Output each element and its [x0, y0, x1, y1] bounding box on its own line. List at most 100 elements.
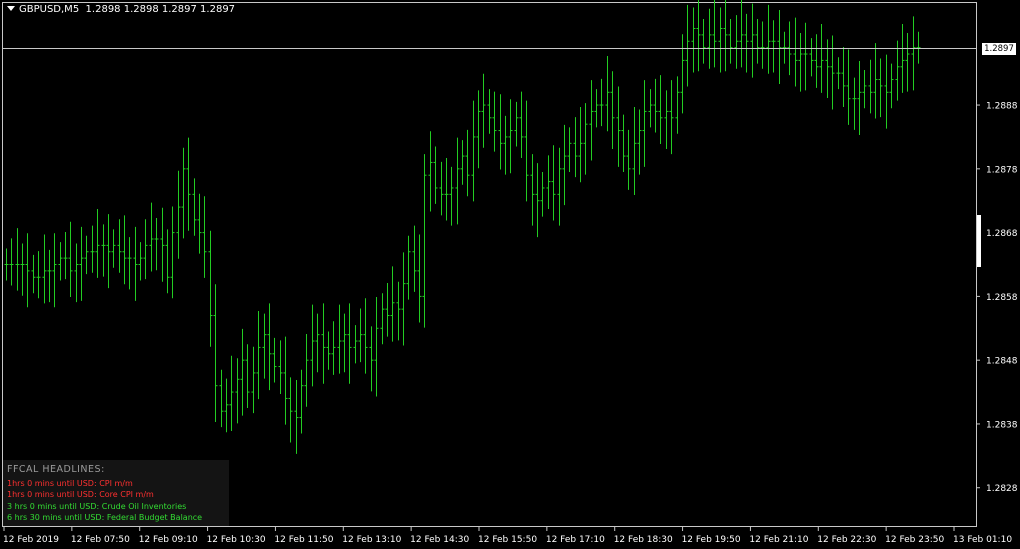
- news-panel-title: FFCAL HEADLINES:: [7, 464, 105, 475]
- ohlc-bar: [900, 24, 905, 93]
- ohlc-bar: [385, 282, 390, 337]
- ohlc-bar: [911, 16, 916, 91]
- ohlc-bar: [331, 321, 336, 375]
- ohlc-bar: [154, 217, 159, 271]
- time-tick-label: 12 Feb 23:50: [885, 535, 944, 545]
- ohlc-bar: [540, 172, 545, 217]
- ohlc-bar: [669, 80, 674, 155]
- ohlc-bar: [460, 140, 465, 185]
- time-tick-label: 12 Feb 2019: [3, 535, 59, 545]
- ohlc-bar: [197, 193, 202, 254]
- chart-header: GBPUSD,M5 1.2898 1.2898 1.2897 1.2897: [7, 4, 235, 15]
- ohlc-bar: [664, 90, 669, 150]
- ohlc-bar: [626, 129, 631, 190]
- ohlc-bar: [42, 234, 47, 304]
- ohlc-bar: [594, 89, 599, 128]
- ohlc-bar: [616, 86, 621, 167]
- ohlc-bar: [444, 157, 449, 221]
- ohlc-bar: [819, 24, 824, 93]
- price-tick-label: 1.2868: [986, 229, 1018, 239]
- ohlc-bar: [240, 328, 245, 416]
- ohlc-bar: [310, 304, 315, 387]
- ohlc-bar: [760, 21, 765, 69]
- scroll-marker[interactable]: [977, 215, 981, 267]
- time-tick-label: 12 Feb 21:10: [749, 535, 808, 545]
- ohlc-bar: [514, 101, 519, 147]
- ohlc-bar: [803, 22, 808, 91]
- ohlc-bar: [235, 358, 240, 424]
- ohlc-bar: [658, 75, 663, 144]
- ohlc-bar: [567, 127, 572, 173]
- ohlc-bar: [621, 114, 626, 173]
- time-tick-label: 12 Feb 07:50: [71, 535, 130, 545]
- ohlc-bar: [728, 18, 733, 64]
- ohlc-bar: [750, 3, 755, 78]
- ohlc-bar: [734, 15, 739, 69]
- ohlc-bar: [562, 124, 567, 206]
- ohlc-bar: [793, 17, 798, 87]
- ohlc-bar: [422, 154, 427, 328]
- ohlc-bar: [884, 54, 889, 129]
- plot-frame: [2, 2, 977, 527]
- ohlc-bar: [84, 235, 89, 275]
- ohlc-bar: [605, 55, 610, 132]
- ohlc-bar: [691, 7, 696, 73]
- news-panel: FFCAL HEADLINES: 1hrs 0 mins until USD: …: [3, 460, 229, 526]
- ohlc-bar: [583, 103, 588, 175]
- ohlc-bar: [830, 35, 835, 110]
- news-item: 3 hrs 0 mins until USD: Crude Oil Invent…: [7, 501, 187, 511]
- ohlc-bar: [524, 100, 529, 202]
- ohlc-bar: [455, 137, 460, 225]
- ohlc-bar: [648, 89, 653, 128]
- ohlc-bar: [406, 235, 411, 300]
- ohlc-bar: [353, 325, 358, 364]
- ohlc-bar: [578, 106, 583, 183]
- time-tick-label: 12 Feb 19:50: [682, 535, 741, 545]
- ohlc-bar: [74, 243, 79, 303]
- ohlc-bar: [101, 224, 106, 277]
- ohlc-bar: [782, 31, 787, 64]
- ohlc-bar: [873, 43, 878, 119]
- ohlc-bar: [862, 69, 867, 109]
- ohlc-bar: [696, 0, 701, 72]
- ohlc-bar: [369, 326, 374, 392]
- time-tick-label: 12 Feb 15:50: [478, 535, 537, 545]
- ohlc-bar: [68, 221, 73, 298]
- ohlc-bar: [36, 251, 41, 299]
- price-tick-label: 1.2878: [986, 165, 1018, 175]
- ohlc-bar: [202, 196, 207, 278]
- ohlc-bar: [481, 73, 486, 148]
- ohlc-bar: [149, 202, 154, 272]
- ohlc-bar: [337, 304, 342, 374]
- ohlc-bar: [160, 207, 165, 282]
- ohlc-bar: [498, 94, 503, 170]
- ohlc-bar: [20, 243, 25, 296]
- ohlc-bar: [219, 369, 224, 428]
- ohlc-bar: [846, 49, 851, 125]
- ohlc-bar: [4, 248, 9, 281]
- ohlc-bar: [245, 344, 250, 409]
- ohlc-bar: [192, 178, 197, 236]
- ohlc-bar: [165, 229, 170, 294]
- ohlc-bar: [326, 331, 331, 370]
- ohlc-bar: [653, 78, 658, 133]
- time-tick-label: 13 Feb 01:10: [953, 535, 1012, 545]
- ohlc-bar: [90, 225, 95, 273]
- ohlc-bar: [449, 166, 454, 226]
- ohlc-bar: [487, 89, 492, 134]
- ohlc-bar: [685, 4, 690, 87]
- ohlc-bar: [186, 137, 191, 231]
- ohlc-bar: [9, 238, 14, 286]
- ohlc-bar: [256, 311, 261, 400]
- ohlc-bar: [519, 91, 524, 158]
- ohlc-bar: [396, 281, 401, 341]
- price-tick-label: 1.2888: [986, 102, 1018, 112]
- ohlc-bar: [374, 297, 379, 397]
- dropdown-triangle-icon[interactable]: [7, 6, 15, 11]
- ohlc-bar: [251, 346, 256, 414]
- ohlc-bar: [878, 58, 883, 118]
- ohlc-bar: [642, 80, 647, 167]
- news-item: 1hrs 0 mins until USD: CPI m/m: [7, 478, 133, 488]
- time-tick-label: 12 Feb 17:10: [546, 535, 605, 545]
- ohlc-bar: [916, 31, 921, 64]
